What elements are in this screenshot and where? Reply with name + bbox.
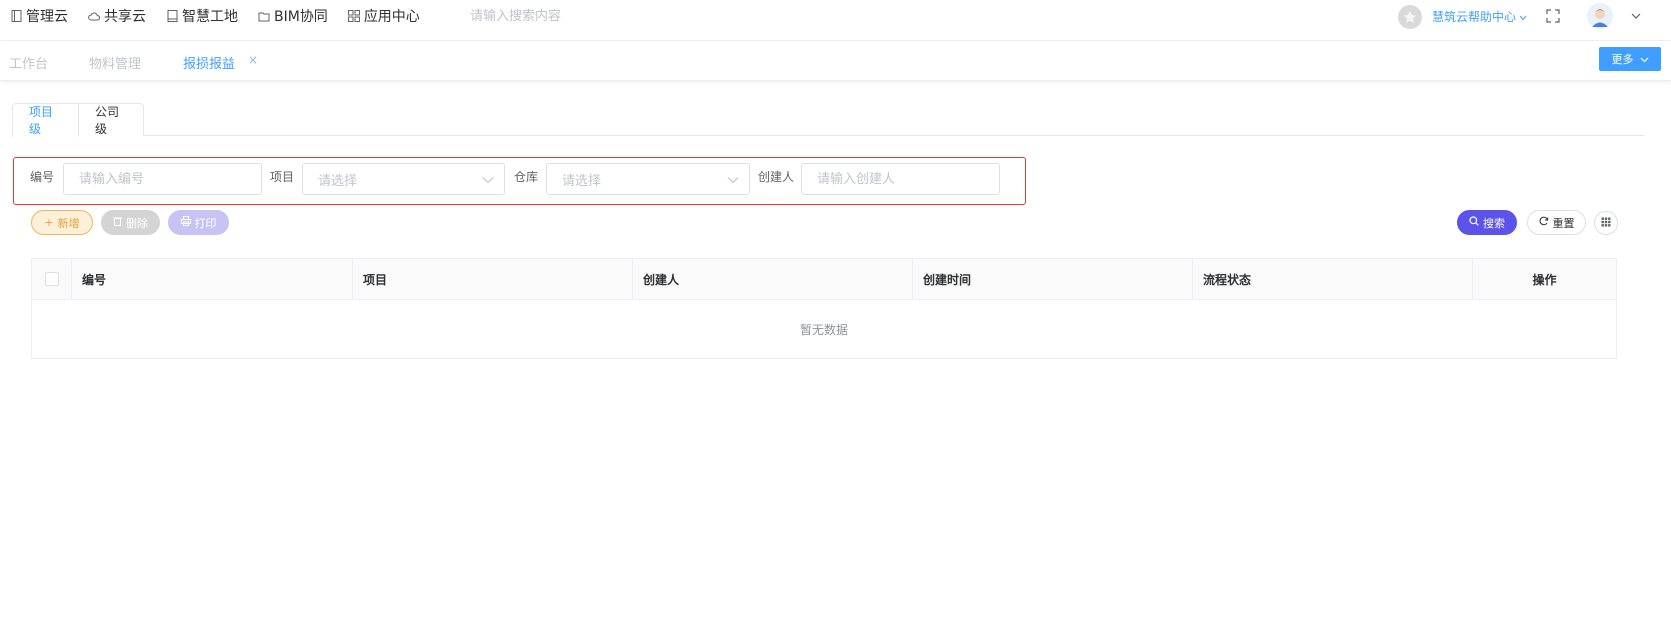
add-label: 新增: [57, 216, 80, 230]
delete-button[interactable]: 删除: [101, 210, 160, 235]
chevron-down-icon: [482, 174, 494, 186]
plus-icon: +: [44, 216, 54, 229]
select-all-cell: [32, 259, 72, 299]
page-tabs-bar: 工作台 物料管理 报损报益 ×: [0, 41, 1671, 81]
nav-item-smart-site[interactable]: 智慧工地: [166, 6, 238, 26]
chevron-down-icon: [727, 174, 739, 186]
more-button[interactable]: 更多: [1599, 47, 1661, 71]
warehouse-select[interactable]: 请选择: [546, 163, 750, 195]
close-icon[interactable]: ×: [248, 53, 258, 67]
empty-state-text: 暂无数据: [799, 323, 848, 337]
level-tabs: 项目级 公司级: [12, 103, 1644, 137]
chevron-down-icon: [1519, 10, 1527, 24]
warehouse-label: 仓库: [514, 170, 539, 184]
tab-project-level[interactable]: 项目级: [12, 103, 79, 137]
print-button[interactable]: 打印: [168, 210, 229, 235]
data-table: 编号 项目 创建人 创建时间 流程状态 操作 暂无数据: [31, 258, 1617, 359]
nav-item-management-cloud[interactable]: 管理云: [10, 6, 68, 26]
nav-item-shared-cloud[interactable]: 共享云: [88, 6, 146, 26]
printer-icon: [180, 216, 191, 229]
delete-label: 删除: [126, 216, 148, 230]
nav-item-label: 共享云: [104, 9, 146, 25]
select-all-checkbox[interactable]: [44, 272, 59, 286]
org-logo: [1398, 5, 1422, 29]
project-select[interactable]: 请选择: [302, 163, 505, 195]
column-header-actions: 操作: [1532, 272, 1557, 287]
global-search-input[interactable]: [470, 6, 670, 26]
tab-company-level[interactable]: 公司级: [78, 103, 144, 136]
column-header-creator[interactable]: 创建人: [633, 259, 913, 299]
help-center-label: 慧筑云帮助中心: [1432, 10, 1517, 24]
top-nav: 管理云 共享云 智慧工地 BIM协同 应用中心: [10, 6, 440, 26]
chevron-down-icon[interactable]: [1630, 10, 1642, 22]
trash-icon: [113, 216, 122, 229]
creator-input[interactable]: [801, 163, 1000, 195]
warehouse-select-placeholder: 请选择: [562, 173, 602, 189]
search-icon: [1469, 216, 1479, 229]
reset-label: 重置: [1552, 216, 1575, 230]
more-label: 更多: [1611, 53, 1634, 66]
nav-item-bim[interactable]: BIM协同: [258, 6, 328, 26]
grid-icon: [347, 10, 360, 22]
grid-icon: [1601, 216, 1611, 231]
reset-button[interactable]: 重置: [1527, 210, 1586, 235]
nav-item-app-center[interactable]: 应用中心: [347, 6, 420, 26]
top-navbar: 管理云 共享云 智慧工地 BIM协同 应用中心 请输入搜索内容 慧筑云帮助中心: [0, 0, 1671, 41]
table-header: 编号 项目 创建人 创建时间 流程状态 操作: [32, 259, 1616, 300]
help-center-link[interactable]: 慧筑云帮助中心: [1432, 8, 1527, 25]
chevron-down-icon: [1640, 53, 1649, 66]
nav-item-label: 智慧工地: [182, 9, 238, 25]
nav-item-label: 管理云: [26, 9, 68, 25]
project-select-placeholder: 请选择: [318, 173, 358, 189]
print-label: 打印: [194, 216, 217, 230]
avatar[interactable]: [1587, 3, 1613, 29]
nav-item-label: BIM协同: [274, 9, 328, 25]
column-settings-button[interactable]: [1594, 211, 1618, 235]
fullscreen-icon[interactable]: [1546, 9, 1560, 23]
search-button[interactable]: 搜索: [1457, 210, 1517, 235]
tab-loss-gain-report[interactable]: 报损报益: [183, 53, 235, 72]
tab-workbench[interactable]: 工作台: [9, 53, 48, 72]
code-label: 编号: [30, 170, 55, 184]
nav-item-label: 应用中心: [363, 9, 420, 25]
book-icon: [166, 10, 178, 22]
creator-label: 创建人: [758, 170, 795, 184]
column-header-created-time[interactable]: 创建时间: [913, 259, 1193, 299]
refresh-icon: [1539, 216, 1549, 229]
code-input[interactable]: [63, 163, 262, 195]
tab-material-management[interactable]: 物料管理: [89, 53, 141, 72]
book-icon: [10, 10, 22, 22]
search-label: 搜索: [1483, 216, 1505, 230]
project-label: 项目: [270, 170, 295, 184]
column-header-process-status[interactable]: 流程状态: [1193, 259, 1473, 299]
column-header-project[interactable]: 项目: [353, 259, 633, 299]
folder-icon: [258, 10, 270, 22]
column-header-code[interactable]: 编号: [72, 259, 353, 299]
cloud-icon: [88, 10, 100, 22]
add-button[interactable]: + 新增: [31, 210, 93, 235]
